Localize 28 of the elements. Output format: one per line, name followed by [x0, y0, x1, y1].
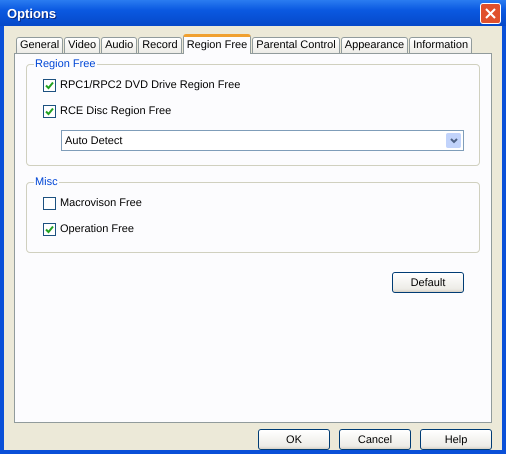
tab[interactable]: Appearance [340, 37, 408, 54]
dialog-button[interactable]: Cancel [339, 429, 411, 450]
dropdown-value: Auto Detect [65, 134, 122, 146]
checkbox-label: RCE Disc Region Free [60, 105, 172, 117]
tab[interactable]: Audio [101, 37, 138, 54]
group-title: Misc [34, 176, 59, 188]
checkbox-label: Macrovison Free [60, 197, 142, 209]
window-title: Options [7, 6, 56, 20]
close-button[interactable] [480, 2, 501, 24]
checkbox[interactable] [43, 222, 56, 236]
tab[interactable]: General [16, 37, 64, 54]
dialog-button[interactable]: OK [258, 429, 330, 450]
checkbox-label: Operation Free [60, 223, 134, 235]
tab[interactable]: Video [64, 37, 100, 54]
checkbox[interactable] [43, 196, 56, 210]
tab[interactable]: Region Free [182, 34, 252, 54]
dialog-button[interactable]: Help [420, 429, 492, 450]
default-button[interactable]: Default [392, 272, 464, 293]
dropdown[interactable]: Auto Detect [61, 130, 464, 151]
group-title: Region Free [34, 58, 97, 70]
tab[interactable]: Information [409, 37, 472, 54]
checkbox-label: RPC1/RPC2 DVD Drive Region Free [60, 79, 240, 91]
chevron-down-icon [446, 133, 461, 148]
tab[interactable]: Record [138, 37, 182, 54]
close-icon [485, 8, 496, 18]
checkbox[interactable] [43, 104, 56, 118]
tab[interactable]: Parental Control [252, 37, 340, 54]
checkbox[interactable] [43, 78, 56, 92]
